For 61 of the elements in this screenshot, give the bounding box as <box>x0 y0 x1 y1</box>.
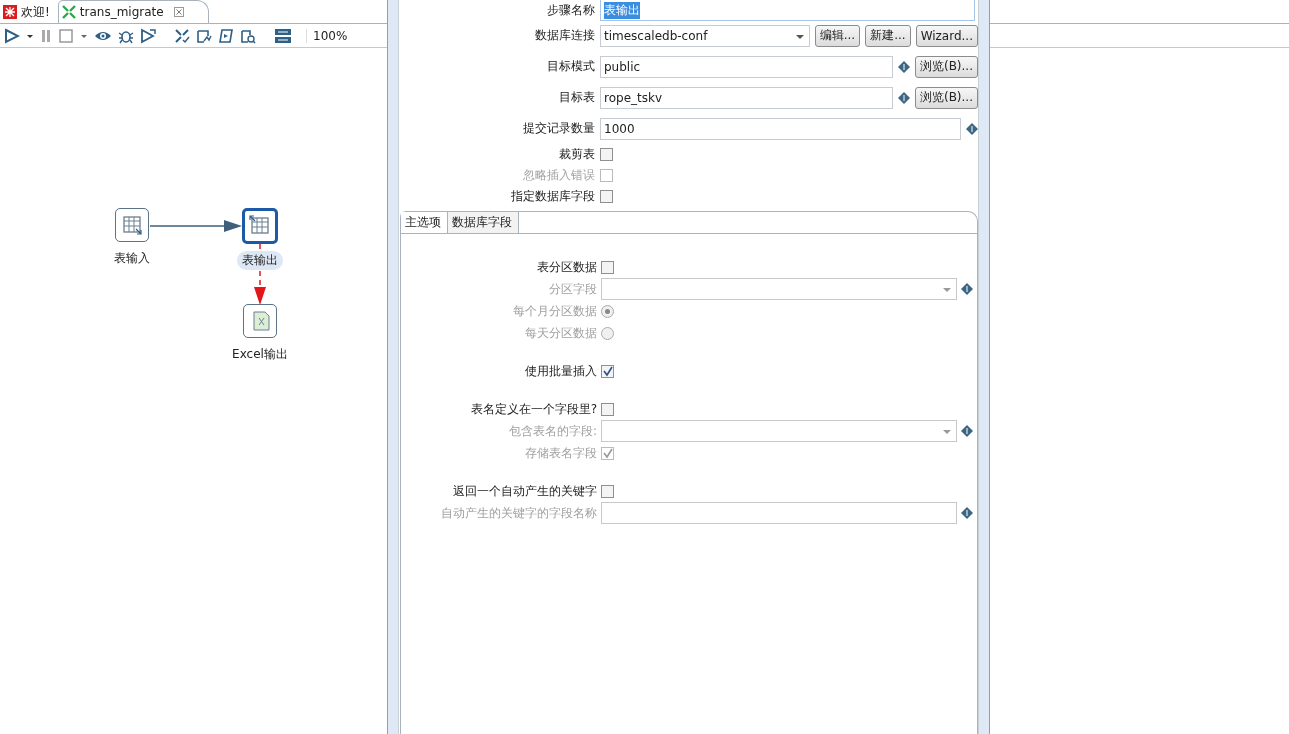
dialog-button[interactable]: Wizard... <box>915 24 978 47</box>
step-node[interactable] <box>243 304 277 338</box>
script-icon[interactable] <box>218 27 234 44</box>
dialog-button[interactable]: 新建... <box>865 24 911 47</box>
step-label: 表输入 <box>113 250 151 267</box>
field-label: 提交记录数量 <box>522 120 595 137</box>
options-tab[interactable]: 主选项 <box>401 212 448 233</box>
field-label: 裁剪表 <box>558 146 595 163</box>
checkbox[interactable] <box>601 402 614 416</box>
option-label: 存储表名字段 <box>524 444 597 462</box>
browse-button[interactable]: 浏览(B)... <box>914 55 978 78</box>
checkbox[interactable] <box>600 148 613 161</box>
table-icon <box>249 215 271 237</box>
option-label: 自动产生的关键字的字段名称 <box>440 504 597 522</box>
database-chart-icon[interactable] <box>196 27 212 44</box>
dialog-button[interactable]: 编辑... <box>814 24 861 47</box>
option-label: 每个月分区数据 <box>512 302 597 320</box>
field-label: 步骤名称 <box>546 1 595 19</box>
connection-combo[interactable]: timescaledb-conf <box>600 24 810 47</box>
option-label: 包含表名的字段: <box>507 422 597 440</box>
text-field[interactable]: 1000 <box>600 117 961 140</box>
text-field[interactable]: rope_tskv <box>600 86 893 109</box>
app-logo-icon <box>3 5 17 19</box>
checkbox[interactable] <box>600 190 613 203</box>
field-label: 数据库连接 <box>534 27 595 44</box>
option-label: 表名定义在一个字段里? <box>469 400 597 418</box>
text-field[interactable]: public <box>600 55 893 78</box>
option-label: 返回一个自动产生的关键字 <box>452 482 597 500</box>
replay-icon[interactable] <box>140 27 156 44</box>
field-combo[interactable] <box>601 420 957 442</box>
option-label: 使用批量插入 <box>524 362 597 380</box>
field-label: 指定数据库字段 <box>510 188 595 205</box>
checkbox[interactable] <box>601 260 614 274</box>
field-label: 目标表 <box>558 89 595 106</box>
hop-arrow[interactable] <box>150 220 242 232</box>
step-label: Excel输出 <box>231 346 289 363</box>
layout-icon[interactable] <box>274 27 292 44</box>
close-icon[interactable] <box>173 7 184 17</box>
checkbox[interactable] <box>601 484 614 498</box>
field-label: 目标模式 <box>546 58 595 75</box>
run-icon[interactable] <box>4 27 20 44</box>
error-hop-arrow[interactable] <box>254 244 266 305</box>
step-label: 表输出 <box>237 251 283 270</box>
zoom-combo[interactable]: 100% <box>306 28 373 43</box>
option-label: 每天分区数据 <box>524 324 597 342</box>
check-arrows-icon[interactable] <box>174 27 190 44</box>
table-icon <box>121 214 143 236</box>
text-field[interactable] <box>601 502 957 524</box>
option-label: 表分区数据 <box>536 258 597 276</box>
field-combo[interactable] <box>601 278 957 300</box>
checkbox[interactable] <box>601 364 614 378</box>
editor-tab[interactable]: trans_migrate <box>57 0 209 23</box>
database-search-icon[interactable] <box>240 27 256 44</box>
step-node[interactable] <box>242 208 278 244</box>
step-node[interactable] <box>115 208 149 242</box>
field-label: 忽略插入错误 <box>522 167 595 184</box>
options-tab[interactable]: 数据库字段 <box>448 212 519 233</box>
editor-tab[interactable]: 欢迎! <box>0 1 58 23</box>
option-label: 分区字段 <box>548 280 597 298</box>
arrows-icon <box>61 5 76 19</box>
browse-button[interactable]: 浏览(B)... <box>914 86 978 109</box>
